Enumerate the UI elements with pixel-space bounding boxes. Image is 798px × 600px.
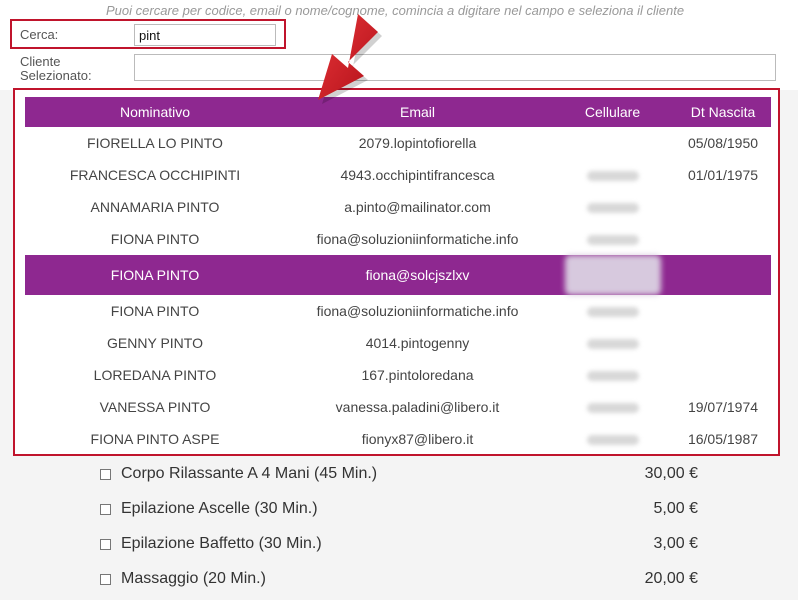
cerca-label: Cerca: xyxy=(20,27,59,42)
table-row[interactable]: FIONA PINTO fiona@solcjszlxv xyxy=(25,255,771,295)
cell-phone xyxy=(550,159,675,191)
redacted-phone xyxy=(586,435,639,446)
cell-dob xyxy=(675,255,771,295)
redacted-phone xyxy=(586,307,639,318)
service-price: 30,00 € xyxy=(644,465,698,482)
service-label: Massaggio (20 Min.) xyxy=(121,570,266,587)
redacted-phone xyxy=(586,339,639,350)
redacted-phone xyxy=(586,403,639,414)
cell-name: FRANCESCA OCCHIPINTI xyxy=(69,167,241,183)
redacted-phone xyxy=(564,255,661,295)
search-panel: Puoi cercare per codice, email o nome/co… xyxy=(0,0,798,90)
table-row[interactable]: FIORELLA LO PINTO 2079.lopintofiorella 05/… xyxy=(25,127,771,159)
cell-name: FIONA PINTO xyxy=(110,231,200,247)
cell-name: FIONA PINTO xyxy=(25,255,285,295)
cell-name: VANESSA PINTO xyxy=(99,399,211,415)
arrow-annotation-icon xyxy=(318,14,382,104)
service-checkbox[interactable] xyxy=(100,539,111,550)
redacted-phone xyxy=(586,203,639,214)
cell-dob xyxy=(675,191,771,223)
results-dropdown: Nominativo Email Cellulare Dt Nascita FI… xyxy=(13,88,780,456)
cell-phone xyxy=(550,391,675,423)
cell-dob xyxy=(675,223,771,255)
cell-email: fiona@soluzioniinformatiche.info xyxy=(316,303,519,319)
redacted-phone xyxy=(586,235,639,246)
table-row[interactable]: FIONA PINTO ASPE fionyx87@libero.it 16/05/… xyxy=(25,423,771,455)
cell-email: 2079.lopintofiorella xyxy=(358,135,477,151)
redacted-phone xyxy=(586,371,639,382)
table-header: Nominativo Email Cellulare Dt Nascita xyxy=(25,97,771,127)
service-price: 3,00 € xyxy=(653,535,698,552)
table-row[interactable]: VANESSA PINTO vanessa.paladini@libero.it 1… xyxy=(25,391,771,423)
cell-email: vanessa.paladini@libero.it xyxy=(335,399,500,415)
cell-email: 4014.pintogenny xyxy=(365,335,470,351)
cell-dob: 16/05/1987 xyxy=(687,431,759,447)
service-row: Epilazione Baffetto (30 Min.) 3,00 € xyxy=(100,530,720,565)
table-row[interactable]: ANNAMARIA PINTO a.pinto@mailinator.com xyxy=(25,191,771,223)
cell-dob: 01/01/1975 xyxy=(687,167,759,183)
table-row[interactable]: FIONA PINTO fiona@soluzioniinformatiche.i… xyxy=(25,295,771,327)
service-row: Epilazione Ascelle (30 Min.) 5,00 € xyxy=(100,495,720,530)
service-price: 5,00 € xyxy=(653,500,698,517)
service-checkbox[interactable] xyxy=(100,574,111,585)
cell-phone xyxy=(550,127,675,159)
service-price: 20,00 € xyxy=(644,570,698,587)
cell-dob xyxy=(675,327,771,359)
service-row: Massaggio (20 Min.) 20,00 € xyxy=(100,565,720,600)
cell-dob: 05/08/1950 xyxy=(687,135,759,151)
service-label: Corpo Rilassante A 4 Mani (45 Min.) xyxy=(121,465,378,482)
table-row[interactable]: FRANCESCA OCCHIPINTI 4943.occhipintifranc… xyxy=(25,159,771,191)
cell-dob xyxy=(675,295,771,327)
redacted-phone xyxy=(586,171,639,182)
service-label: Epilazione Baffetto (30 Min.) xyxy=(121,535,322,552)
table-row[interactable]: GENNY PINTO 4014.pintogenny xyxy=(25,327,771,359)
search-hint: Puoi cercare per codice, email o nome/co… xyxy=(106,3,685,18)
cell-email: fiona@solcjszlxv xyxy=(285,255,550,295)
cell-dob xyxy=(675,359,771,391)
cell-name: GENNY PINTO xyxy=(107,335,203,351)
header-dt-nascita: Dt Nascita xyxy=(675,97,771,127)
cell-name: LOREDANA PINTO xyxy=(93,367,217,383)
service-checkbox[interactable] xyxy=(100,504,111,515)
cell-email: fiona@soluzioniinformatiche.info xyxy=(316,231,519,247)
cell-name: FIONA PINTO xyxy=(110,303,200,319)
service-label: Epilazione Ascelle (30 Min.) xyxy=(121,500,318,517)
cell-name: FIORELLA LO PINTO xyxy=(87,135,223,151)
services-list: Corpo Rilassante A 4 Mani (45 Min.) 30,00… xyxy=(100,460,720,600)
cell-phone xyxy=(550,359,675,391)
cell-phone xyxy=(550,295,675,327)
cell-email: fionyx87@libero.it xyxy=(361,431,474,447)
header-nominativo: Nominativo xyxy=(25,97,285,127)
cell-phone xyxy=(550,327,675,359)
cell-phone xyxy=(550,191,675,223)
table-row[interactable]: LOREDANA PINTO 167.pintoloredana xyxy=(25,359,771,391)
results-table: Nominativo Email Cellulare Dt Nascita FI… xyxy=(25,97,771,455)
cell-name: FIONA PINTO ASPE xyxy=(90,431,220,447)
cell-dob: 19/07/1974 xyxy=(687,399,759,415)
cliente-label: Cliente Selezionato: xyxy=(20,54,92,83)
service-row: Corpo Rilassante A 4 Mani (45 Min.) 30,00… xyxy=(100,460,720,495)
service-checkbox[interactable] xyxy=(100,469,111,480)
header-cellulare: Cellulare xyxy=(550,97,675,127)
table-row[interactable]: FIONA PINTO fiona@soluzioniinformatiche.i… xyxy=(25,223,771,255)
cell-name: ANNAMARIA PINTO xyxy=(90,199,220,215)
cell-phone xyxy=(550,423,675,455)
cell-phone xyxy=(550,255,675,295)
cell-phone xyxy=(550,223,675,255)
search-input[interactable] xyxy=(134,24,276,46)
selected-client-field[interactable] xyxy=(134,54,776,81)
cell-email: a.pinto@mailinator.com xyxy=(344,199,491,215)
cell-email: 4943.occhipintifrancesca xyxy=(340,167,495,183)
cell-email: 167.pintoloredana xyxy=(361,367,474,383)
